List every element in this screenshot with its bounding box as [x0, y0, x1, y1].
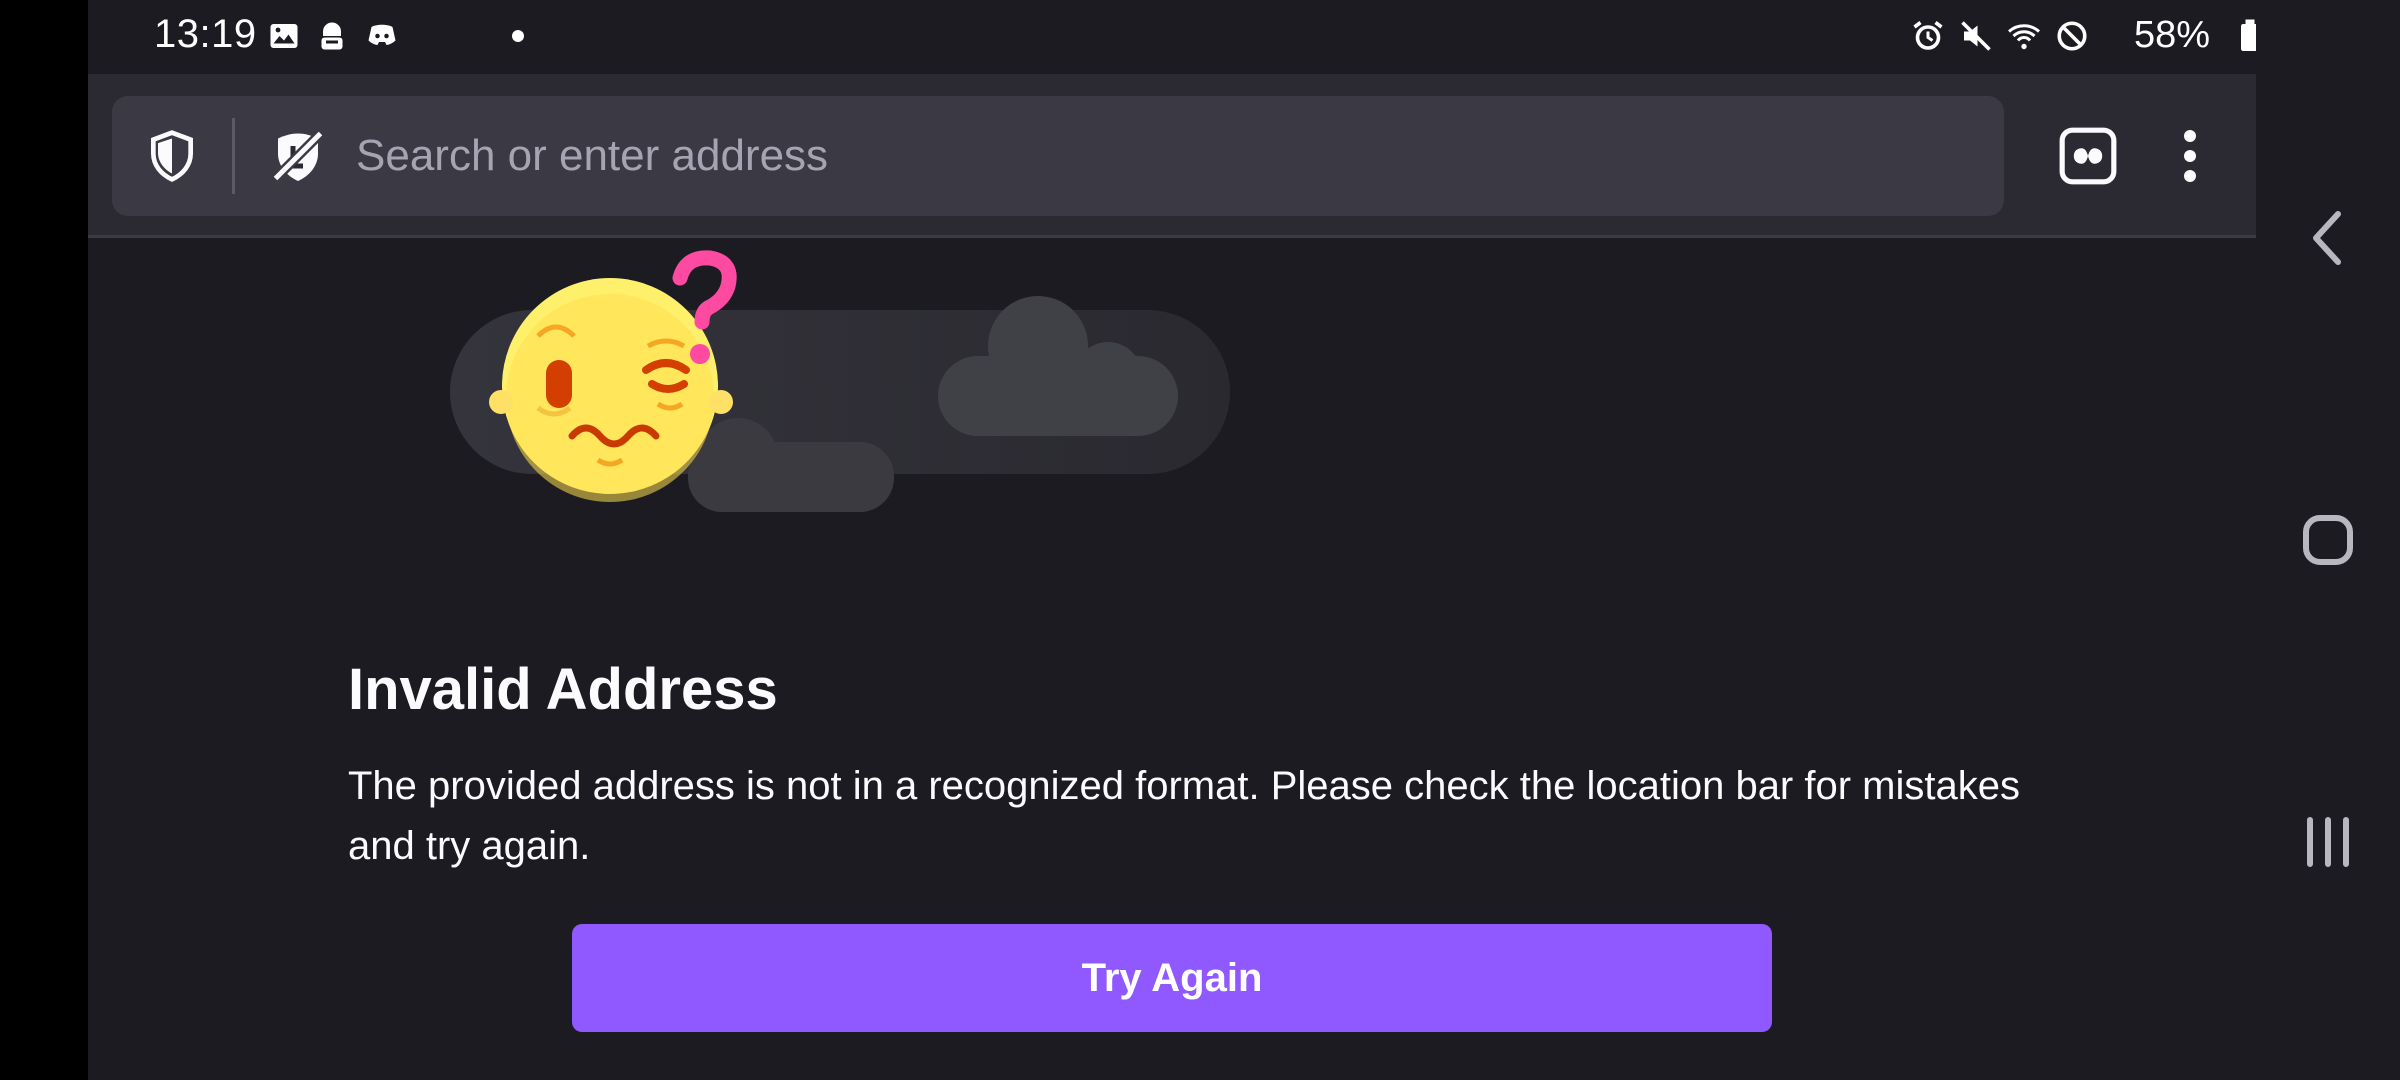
recents-button[interactable] [2256, 782, 2400, 902]
private-tabs-button[interactable] [2038, 106, 2138, 206]
incognito-icon [321, 22, 343, 50]
status-time: 13:19 [154, 12, 257, 56]
confused-emoji-illustration [450, 250, 1230, 512]
browser-toolbar [88, 74, 2256, 238]
more-menu-icon [2184, 130, 2196, 182]
gallery-icon [270, 24, 298, 48]
back-button[interactable] [2256, 178, 2400, 298]
discord-icon [368, 24, 396, 45]
url-divider [232, 118, 235, 194]
wifi-icon [2008, 24, 2040, 50]
home-icon [2303, 515, 2353, 565]
status-bar: 13:19 58% [88, 0, 2256, 74]
back-icon [2313, 211, 2341, 265]
url-input[interactable] [356, 96, 1956, 216]
browser-window: 13:19 58% Search or enter address Invali… [88, 0, 2256, 1080]
more-menu-button[interactable] [2150, 106, 2230, 206]
battery-icon [2241, 19, 2256, 51]
tracking-protection-off-icon[interactable] [268, 126, 328, 186]
recents-icon [2307, 817, 2349, 867]
home-button[interactable] [2256, 480, 2400, 600]
error-message: The provided address is not in a recogni… [348, 764, 2020, 868]
mute-icon [1961, 21, 1991, 51]
private-tabs-icon [2059, 127, 2117, 185]
battery-percentage: 58% [2134, 14, 2211, 56]
do-not-disturb-icon [2057, 21, 2087, 51]
error-page: Invalid Address The provided address is … [88, 238, 2256, 1080]
system-navigation-bar [2256, 0, 2400, 1080]
error-title: Invalid Address [348, 657, 778, 722]
shield-icon[interactable] [144, 128, 200, 184]
left-black-strip [0, 0, 88, 1080]
try-again-button[interactable]: Try Again [572, 924, 1772, 1032]
address-bar[interactable] [112, 96, 2004, 216]
alarm-icon [1913, 21, 1943, 50]
dot-icon [512, 30, 524, 42]
